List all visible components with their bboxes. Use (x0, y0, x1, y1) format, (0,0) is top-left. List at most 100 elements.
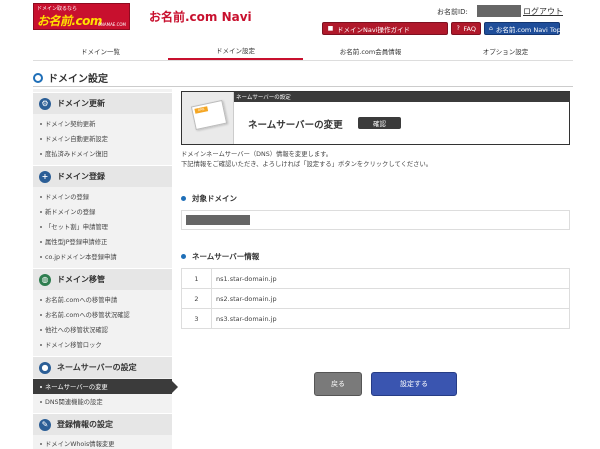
sidebar-item-nameserver-change[interactable]: ネームサーバーの変更 (33, 379, 178, 394)
person-icon: ● (39, 361, 51, 374)
sidebar-item-label: お名前.comへの移管状況確認 (45, 312, 130, 319)
back-button[interactable]: 戻る (314, 372, 362, 396)
sidebar-item-label: 他社への移管状況確認 (45, 327, 108, 334)
guide-button-label: ドメインNavi操作ガイド (337, 25, 410, 34)
site-title: お名前.com Navi (149, 10, 252, 24)
section-title: ドメイン登録 (57, 172, 105, 181)
section-title: ドメイン更新 (57, 99, 105, 108)
tab-option-settings[interactable]: オプション設定 (438, 42, 573, 60)
logo-text: お名前.com (37, 14, 102, 28)
sidebar-item-label: ドメイン契約更新 (45, 121, 96, 128)
gear-icon: ⚙ (39, 97, 51, 110)
sidebar-item-label: お名前.comへの移管申請 (45, 297, 118, 304)
nameserver-info-heading: ネームサーバー情報 (181, 251, 259, 262)
sidebar-item-new-domain-register[interactable]: 新ドメインの登録 (33, 204, 172, 219)
sidebar-section-registration-info: ✎ 登録情報の設定 (33, 413, 172, 435)
sidebar-item-auto-renewal[interactable]: ドメイン自動更新設定 (33, 131, 172, 146)
table-row: 3 ns3.star-domain.jp (181, 308, 570, 329)
sidebar-item-transfer-status[interactable]: お名前.comへの移管状況確認 (33, 307, 172, 322)
tab-label: ドメイン一覧 (81, 48, 120, 56)
nameserver-value: ns1.star-domain.jp (211, 268, 570, 289)
bullet-icon (181, 196, 186, 201)
tab-domain-settings[interactable]: ドメイン設定 (168, 42, 303, 60)
card-icon: DNS (190, 99, 228, 131)
sidebar-item-label: 「セット割」申請管理 (45, 224, 108, 231)
nameserver-value: ns3.star-domain.jp (211, 308, 570, 329)
sidebar-item-domain-restore[interactable]: 度払済みドメイン復旧 (33, 146, 172, 161)
nameserver-value: ns2.star-domain.jp (211, 288, 570, 309)
sidebar-item-label: DNS関連機能の設定 (45, 399, 103, 406)
table-row: 2 ns2.star-domain.jp (181, 288, 570, 309)
bullet-icon (181, 254, 186, 259)
tab-label: ドメイン設定 (216, 47, 255, 55)
sidebar-section-nameserver: ● ネームサーバーの設定 (33, 356, 172, 378)
sidebar-item-label: co.jpドメイン本登録申請 (45, 254, 117, 261)
sidebar-item-outbound-status[interactable]: 他社への移管状況確認 (33, 322, 172, 337)
plus-icon: + (39, 170, 51, 183)
navi-top-button-label: お名前.com Navi Topへ (495, 25, 568, 34)
sidebar-section-registration: + ドメイン登録 (33, 165, 172, 187)
sidebar-item-label: 度払済みドメイン復旧 (45, 151, 108, 158)
main-content: DNS ネームサーバーの設定 ネームサーバーの変更 確認 ドメインネームサーバー… (181, 89, 571, 449)
page-title-text: ドメイン設定 (48, 74, 108, 85)
sidebar-item-set-discount[interactable]: 「セット割」申請管理 (33, 219, 172, 234)
sidebar-item-label: ドメイン移管ロック (45, 342, 102, 349)
sidebar-item-transfer-request[interactable]: お名前.comへの移管申請 (33, 292, 172, 307)
description: ドメインネームサーバー（DNS）情報を変更します。 下記情報をご確認いただき、よ… (181, 150, 571, 170)
card-tag: DNS (194, 106, 209, 114)
global-nav: ドメイン一覧 ドメイン設定 お名前.com会員情報 オプション設定 (33, 42, 573, 61)
description-line: 下記情報をご確認いただき、よろしければ「設定する」ボタンをクリックしてください。 (181, 161, 433, 168)
section-title: ドメイン移管 (57, 275, 105, 284)
sidebar-item-whois-change[interactable]: ドメインWhois情報変更 (33, 436, 172, 449)
sidebar-item-jp-attribute[interactable]: 属性型JP登録申請修正 (33, 234, 172, 249)
sidebar-item-label: 新ドメインの登録 (45, 209, 96, 216)
sidebar-item-label: ネームサーバーの変更 (45, 384, 108, 391)
sidebar-item-domain-register[interactable]: ドメインの登録 (33, 189, 172, 204)
faq-button[interactable]: ? FAQ (451, 22, 481, 35)
domain-value-redacted (186, 215, 250, 225)
sidebar-item-dns-settings[interactable]: DNS関連機能の設定 (33, 394, 172, 409)
tab-label: オプション設定 (482, 48, 529, 56)
sidebar-item-cojp-register[interactable]: co.jpドメイン本登録申請 (33, 249, 172, 264)
navi-top-button[interactable]: ⌂ お名前.com Navi Topへ (484, 22, 567, 35)
sidebar: ⚙ ドメイン更新 ドメイン契約更新 ドメイン自動更新設定 度払済みドメイン復旧 … (33, 89, 178, 449)
tab-member-info[interactable]: お名前.com会員情報 (303, 42, 438, 60)
logo-subtext: ONAMAE.COM (97, 22, 126, 27)
logout-link[interactable]: ログアウト (523, 6, 563, 17)
submit-button[interactable]: 設定する (371, 372, 457, 396)
row-number: 3 (181, 308, 212, 329)
section-title: ネームサーバーの設定 (57, 363, 137, 372)
user-id-label: お名前ID: (437, 8, 468, 16)
sidebar-item-label: 属性型JP登録申請修正 (45, 239, 108, 246)
globe-icon: ◍ (39, 273, 51, 286)
box-category: ネームサーバーの設定 (234, 92, 570, 102)
target-domain-heading: 対象ドメイン (181, 193, 237, 204)
target-domain-field (181, 210, 570, 230)
circle-icon (33, 72, 43, 83)
nameserver-table: 1 ns1.star-domain.jp 2 ns2.star-domain.j… (181, 268, 570, 329)
book-icon: ■ (327, 25, 334, 32)
tab-domain-list[interactable]: ドメイン一覧 (33, 42, 168, 60)
sidebar-item-label: ドメインの登録 (45, 194, 90, 201)
confirm-badge: 確認 (358, 117, 401, 129)
description-line: ドメインネームサーバー（DNS）情報を変更します。 (181, 151, 333, 158)
home-icon: ⌂ (489, 25, 493, 32)
onamae-logo[interactable]: ドメイン取るなら お名前.com ONAMAE.COM (33, 3, 130, 30)
page-title: ドメイン設定 (33, 70, 108, 85)
nameserver-header-box: DNS ネームサーバーの設定 ネームサーバーの変更 確認 (181, 91, 570, 145)
sidebar-section-transfer: ◍ ドメイン移管 (33, 268, 172, 290)
row-number: 2 (181, 288, 212, 309)
box-title: ネームサーバーの変更 (248, 120, 343, 131)
sidebar-section-renewal: ⚙ ドメイン更新 (33, 92, 172, 114)
table-row: 1 ns1.star-domain.jp (181, 268, 570, 289)
logo-tagline: ドメイン取るなら (37, 6, 78, 12)
sidebar-item-contract-renewal[interactable]: ドメイン契約更新 (33, 116, 172, 131)
guide-button[interactable]: ■ ドメインNavi操作ガイド (322, 22, 448, 35)
sidebar-item-transfer-lock[interactable]: ドメイン移管ロック (33, 337, 172, 352)
sidebar-item-label: ドメインWhois情報変更 (45, 441, 115, 448)
user-id-value-redacted (477, 5, 521, 17)
question-icon: ? (456, 25, 460, 32)
divider (33, 86, 573, 87)
header: ドメイン取るなら お名前.com ONAMAE.COM お名前.com Navi… (0, 0, 600, 40)
tab-label: お名前.com会員情報 (339, 48, 402, 56)
